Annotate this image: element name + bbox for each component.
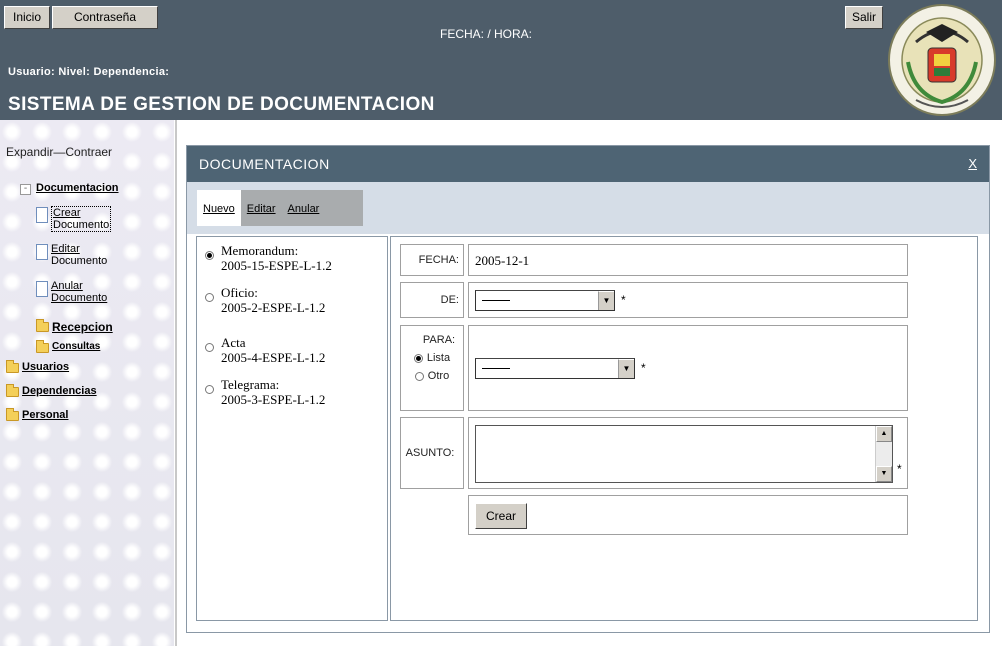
salir-button[interactable]: Salir [845, 6, 883, 29]
documentacion-panel: DOCUMENTACION X Nuevo Editar Anular Memo… [186, 145, 990, 633]
telegrama-radio[interactable] [205, 385, 214, 394]
tree-item-crear-documento[interactable]: Crear Documento [36, 206, 112, 232]
tree-item-editar-documento[interactable]: Editar Documento [36, 243, 107, 267]
tab-editar[interactable]: Editar [241, 190, 282, 226]
tab-group: Nuevo Editar Anular [197, 190, 363, 226]
inicio-button[interactable]: Inicio [4, 6, 50, 29]
scroll-up-icon[interactable]: ▲ [876, 426, 892, 442]
contrasena-button[interactable]: Contraseña [52, 6, 158, 29]
document-icon [36, 207, 48, 223]
tree-item-consultas[interactable]: Consultas [36, 340, 100, 353]
app-title: SISTEMA DE GESTION DE DOCUMENTACION [8, 94, 435, 115]
dash-placeholder [482, 300, 510, 301]
tree-label-personal[interactable]: Personal [22, 409, 68, 421]
tree-label-editar[interactable]: Editar [51, 243, 107, 255]
para-otro-option[interactable]: Otro [414, 370, 450, 382]
tree-label-crear[interactable]: Crear [53, 207, 109, 219]
user-info-line: Usuario: Nivel: Dependencia: [8, 66, 170, 78]
para-label-cell: PARA: Lista Otro [400, 325, 464, 411]
tree-label-usuarios[interactable]: Usuarios [22, 361, 69, 373]
institution-seal-logo [888, 4, 996, 116]
folder-icon [36, 340, 49, 353]
de-select[interactable]: ▼ [475, 290, 615, 311]
top-header: Inicio Contraseña FECHA: / HORA: Salir U… [0, 0, 1002, 120]
panel-title: DOCUMENTACION [199, 156, 330, 172]
doc-type-code: 2005-2-ESPE-L-1.2 [221, 300, 326, 315]
asunto-label: ASUNTO: [400, 417, 464, 489]
tree-label-consultas[interactable]: Consultas [52, 341, 100, 352]
collapse-toggle-icon[interactable]: - [20, 184, 31, 195]
tree-label-documentacion[interactable]: Documentacion [36, 182, 119, 194]
document-icon [36, 281, 48, 297]
panel-header: DOCUMENTACION X [187, 146, 989, 182]
tree-item-dependencias[interactable]: Dependencias [6, 384, 97, 397]
crear-button[interactable]: Crear [475, 503, 527, 529]
pane-separator[interactable] [175, 120, 177, 646]
doc-type-code: 2005-3-ESPE-L-1.2 [221, 392, 326, 407]
de-field-cell: ▼ * [468, 282, 908, 318]
tree-label-anular-documento[interactable]: Documento [51, 292, 107, 304]
required-marker: * [621, 293, 626, 307]
tree-item-recepcion[interactable]: Recepcion [36, 319, 113, 334]
para-select[interactable]: ▼ [475, 358, 635, 379]
navigation-tree: Expandir—Contraer - Documentacion Crear … [0, 120, 174, 646]
fecha-hora-label: FECHA: / HORA: [440, 27, 533, 41]
doc-option-acta[interactable]: Acta 2005-4-ESPE-L-1.2 [205, 335, 325, 365]
expand-collapse-link[interactable]: Expandir—Contraer [6, 145, 112, 159]
folder-icon [6, 360, 19, 373]
otro-radio[interactable] [414, 371, 424, 381]
doc-type-label: Oficio: [221, 285, 258, 300]
scroll-down-icon[interactable]: ▼ [876, 466, 892, 482]
folder-icon [6, 408, 19, 421]
fecha-value[interactable]: 2005-12-1 [475, 253, 529, 269]
document-form: FECHA: 2005-12-1 DE: ▼ * PARA: Lista Otr… [390, 236, 978, 621]
tree-label-anular[interactable]: Anular [51, 280, 107, 292]
oficio-radio[interactable] [205, 293, 214, 302]
para-label: PARA: [422, 334, 456, 346]
chevron-down-icon[interactable]: ▼ [598, 291, 614, 310]
lista-radio[interactable] [413, 353, 423, 363]
document-type-list: Memorandum: 2005-15-ESPE-L-1.2 Oficio: 2… [196, 236, 388, 621]
tree-item-personal[interactable]: Personal [6, 408, 68, 421]
folder-icon [36, 319, 49, 332]
dash-placeholder [482, 368, 510, 369]
asunto-textarea[interactable]: ▲ ▼ [475, 425, 893, 483]
lista-label: Lista [426, 352, 451, 364]
asunto-field-cell: ▲ ▼ * [468, 417, 908, 489]
textarea-scrollbar[interactable]: ▲ ▼ [875, 426, 892, 482]
doc-type-code: 2005-4-ESPE-L-1.2 [221, 350, 326, 365]
panel-close-button[interactable]: X [968, 156, 977, 171]
crear-button-cell: Crear [468, 495, 908, 535]
doc-option-telegrama[interactable]: Telegrama: 2005-3-ESPE-L-1.2 [205, 377, 325, 407]
tree-label-dependencias[interactable]: Dependencias [22, 385, 97, 397]
fecha-label: FECHA: [400, 244, 464, 276]
para-field-cell: ▼ * [468, 325, 908, 411]
document-icon [36, 244, 48, 260]
doc-option-oficio[interactable]: Oficio: 2005-2-ESPE-L-1.2 [205, 285, 325, 315]
tree-item-documentacion[interactable]: - Documentacion [20, 182, 119, 195]
tab-nuevo[interactable]: Nuevo [197, 190, 241, 226]
acta-radio[interactable] [205, 343, 214, 352]
doc-type-code: 2005-15-ESPE-L-1.2 [221, 258, 332, 273]
tree-label-editar-documento[interactable]: Documento [51, 255, 107, 267]
fecha-field-cell: 2005-12-1 [468, 244, 908, 276]
de-label: DE: [400, 282, 464, 318]
memorandum-radio[interactable] [205, 251, 214, 260]
tab-anular[interactable]: Anular [282, 190, 326, 226]
otro-label: Otro [427, 370, 450, 382]
para-lista-option[interactable]: Lista [413, 352, 451, 364]
tree-label-recepcion[interactable]: Recepcion [52, 320, 113, 334]
tree-item-usuarios[interactable]: Usuarios [6, 360, 69, 373]
tree-item-anular-documento[interactable]: Anular Documento [36, 280, 107, 304]
required-marker: * [897, 462, 902, 476]
required-marker: * [641, 361, 646, 375]
folder-icon [6, 384, 19, 397]
doc-option-memorandum[interactable]: Memorandum: 2005-15-ESPE-L-1.2 [205, 243, 332, 273]
doc-type-label: Memorandum: [221, 243, 299, 258]
tree-label-crear-documento[interactable]: Documento [53, 219, 109, 231]
chevron-down-icon[interactable]: ▼ [618, 359, 634, 378]
doc-type-label: Telegrama: [221, 377, 280, 392]
doc-type-label: Acta [221, 335, 246, 350]
tabs-bar: Nuevo Editar Anular [187, 182, 989, 234]
